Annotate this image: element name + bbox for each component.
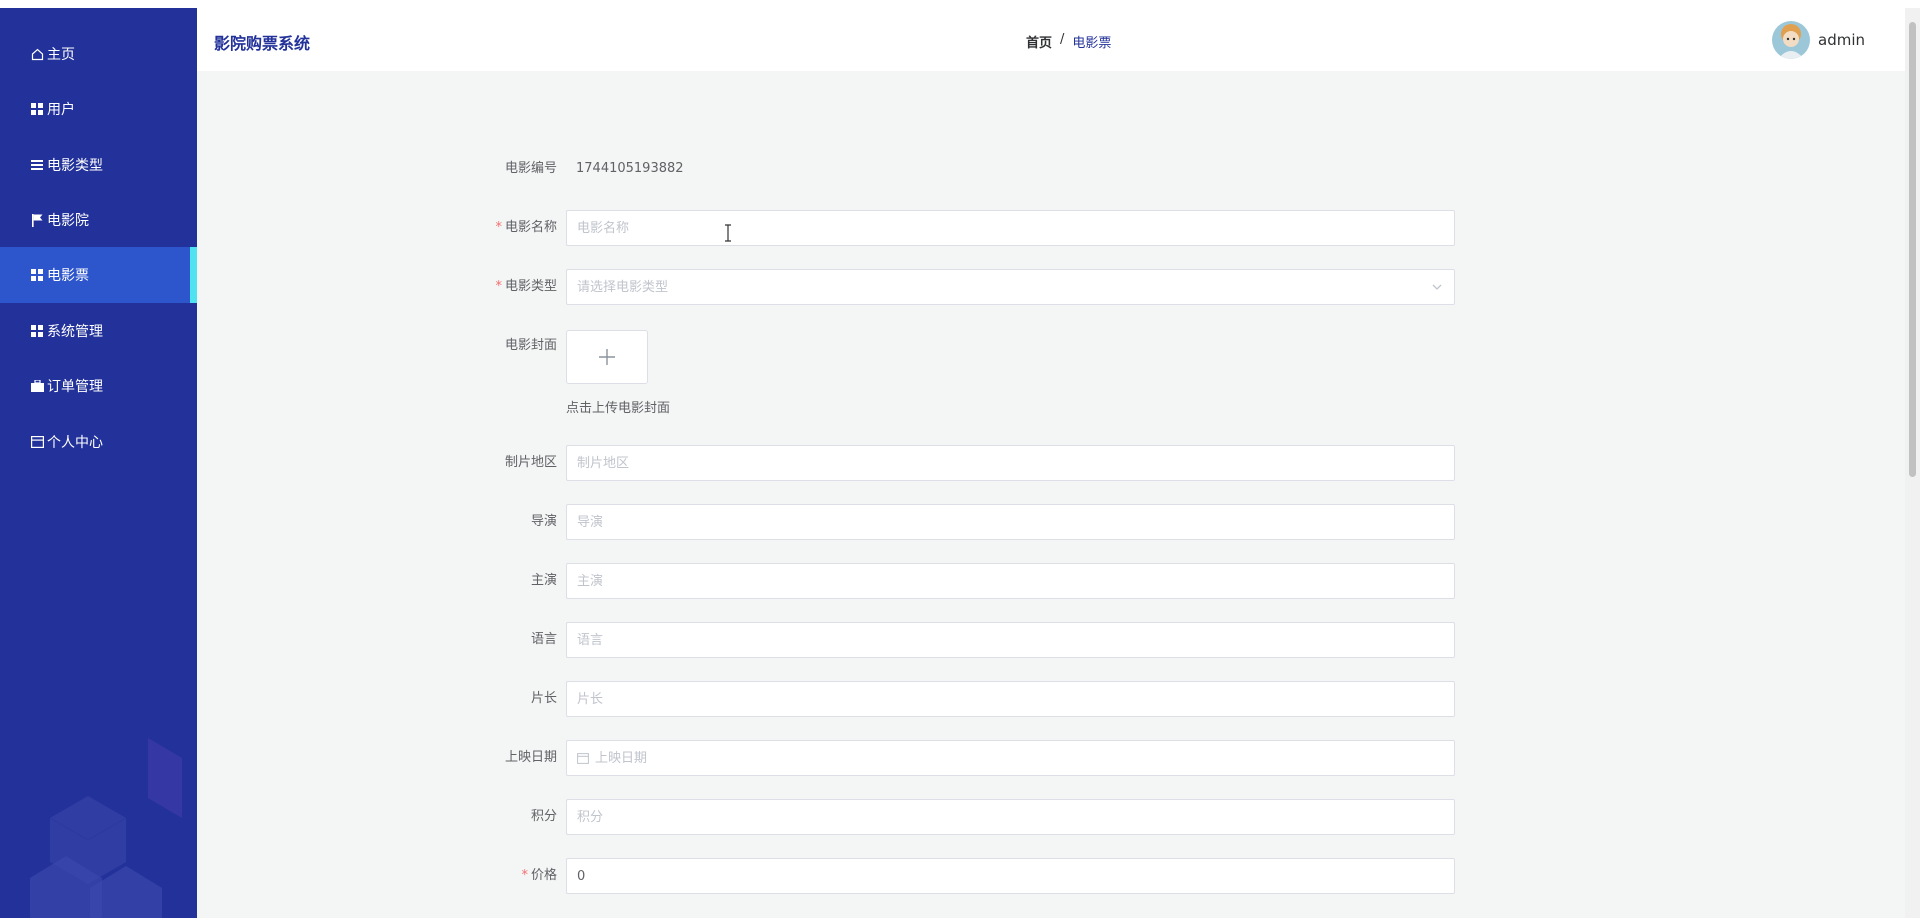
region-field (566, 445, 1455, 481)
avatar[interactable] (1772, 21, 1810, 59)
movie-type-label: * 电影类型 (495, 279, 557, 294)
language-label: 语言 (530, 632, 557, 647)
chevron-down-icon (1432, 284, 1442, 290)
app-title: 影院购票系统 (214, 34, 311, 53)
movie-id-label: 电影编号 (504, 161, 557, 176)
sidebar-item-orders[interactable]: 订单管理 (0, 358, 197, 414)
content-area: 电影编号 1744105193882 *电影名称 *电影类型 电影封面 点击上传… (197, 71, 1905, 918)
text-cursor-icon (725, 224, 731, 242)
sidebar-item-label: 订单管理 (47, 379, 103, 395)
release-date-label: 上映日期 (504, 750, 557, 765)
language-field (566, 622, 1455, 658)
duration-label: 片长 (530, 691, 557, 706)
decorative-cubes (30, 738, 182, 918)
required-mark: * (495, 279, 502, 294)
sidebar-item-tickets[interactable]: 电影票 (0, 247, 197, 303)
points-label: 积分 (530, 809, 557, 824)
movie-name-label: * 电影名称 (495, 220, 557, 235)
username: admin (1818, 31, 1865, 49)
grid-icon (29, 269, 45, 281)
sidebar-item-label: 用户 (47, 102, 75, 118)
region-label: 制片地区 (504, 455, 557, 470)
director-field (566, 504, 1455, 540)
duration-field (566, 681, 1455, 717)
breadcrumb-current: 电影票 (1072, 36, 1112, 51)
list-icon (29, 160, 45, 170)
sidebar-item-label: 主页 (47, 47, 75, 63)
home-icon (29, 48, 45, 61)
flag-icon (29, 213, 45, 227)
calendar-icon (577, 753, 589, 764)
sidebar-item-profile[interactable]: 个人中心 (0, 414, 197, 470)
sidebar-item-cinemas[interactable]: 电影院 (0, 192, 197, 248)
cover-upload-hint: 点击上传电影封面 (566, 401, 671, 416)
actors-input[interactable] (567, 564, 1454, 598)
top-header: 影院购票系统 首页 / 电影票 admin (197, 8, 1905, 71)
release-date-input[interactable] (589, 741, 1454, 775)
plus-icon (599, 349, 615, 365)
sidebar-item-users[interactable]: 用户 (0, 81, 197, 137)
sidebar-item-label: 系统管理 (47, 324, 103, 340)
required-mark: * (521, 868, 528, 883)
sidebar-item-movie-types[interactable]: 电影类型 (0, 137, 197, 193)
breadcrumb-home[interactable]: 首页 (1026, 32, 1052, 51)
points-field (566, 799, 1455, 835)
sidebar-item-label: 电影类型 (47, 158, 103, 174)
director-label: 导演 (530, 514, 557, 529)
price-field (566, 858, 1455, 894)
release-date-picker[interactable] (566, 740, 1455, 776)
actors-field (566, 563, 1455, 599)
cover-upload-button[interactable] (566, 330, 648, 384)
user-menu[interactable]: admin (1772, 21, 1865, 59)
sidebar-item-home[interactable]: 主页 (0, 26, 197, 82)
director-input[interactable] (567, 505, 1454, 539)
points-input[interactable] (567, 800, 1454, 834)
page-scrollbar[interactable] (1905, 8, 1920, 918)
sidebar-item-system[interactable]: 系统管理 (0, 303, 197, 359)
duration-input[interactable] (567, 682, 1454, 716)
card-icon (29, 436, 45, 448)
required-mark: * (495, 220, 502, 235)
region-input[interactable] (567, 446, 1454, 480)
sidebar-item-label: 个人中心 (47, 435, 103, 451)
grid-icon (29, 325, 45, 337)
actors-label: 主演 (530, 573, 557, 588)
breadcrumb-separator: / (1060, 32, 1065, 47)
sidebar: 主页 用户 电影类型 电影院 电影票 系统管理 订单管理 个人中心 (0, 8, 197, 918)
language-input[interactable] (567, 623, 1454, 657)
movie-type-input[interactable] (567, 270, 1454, 304)
briefcase-icon (29, 380, 45, 392)
breadcrumb: 首页 / 电影票 (1026, 32, 1111, 51)
sidebar-item-label: 电影票 (47, 268, 89, 284)
movie-id-value: 1744105193882 (576, 161, 684, 176)
grid-icon (29, 103, 45, 115)
sidebar-item-label: 电影院 (47, 213, 89, 229)
movie-type-select[interactable] (566, 269, 1455, 305)
movie-name-field (566, 210, 1455, 246)
price-label: * 价格 (521, 868, 557, 883)
top-edge (0, 0, 1920, 8)
movie-name-input[interactable] (567, 211, 1454, 245)
scrollbar-thumb[interactable] (1909, 22, 1916, 477)
cover-label: 电影封面 (504, 338, 557, 353)
price-input[interactable] (567, 859, 1454, 893)
